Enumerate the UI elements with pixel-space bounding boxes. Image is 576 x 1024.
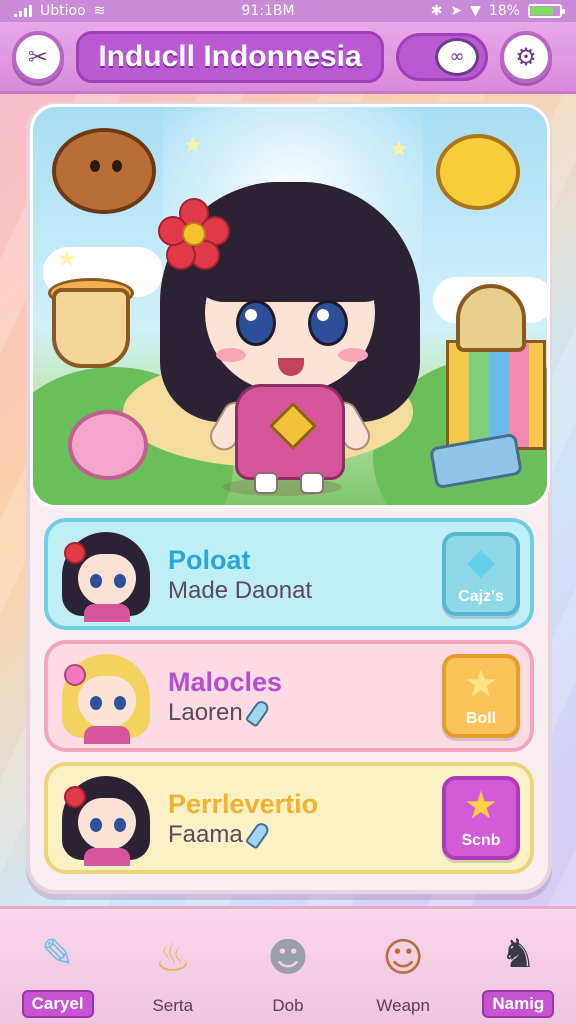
wifi-right-icon: ▼ — [470, 3, 481, 19]
avatar-body — [84, 848, 130, 866]
battery-percent: 18% — [488, 3, 520, 19]
chat-button[interactable]: ∞ — [396, 32, 488, 81]
character-name: Poloat — [168, 545, 251, 575]
avatar-face — [78, 554, 136, 606]
cat-icon: ♞ — [500, 931, 537, 977]
avatar-eye — [114, 818, 126, 832]
cupcake-icon: ♨ — [154, 935, 191, 981]
avatar — [58, 648, 154, 744]
character-row[interactable]: Malocles Laoren ★ Boll — [44, 640, 534, 752]
popsicle-icon — [244, 698, 271, 728]
hair-flower-icon — [64, 664, 86, 686]
character-subtitle-text: Faama — [168, 821, 243, 848]
blush — [338, 348, 368, 362]
status-bar: Ubtioo ≋ 91:1BM ✱ ➤ ▼ 18% — [0, 0, 576, 22]
character-action-button[interactable]: ★ Scnb — [442, 776, 520, 860]
row-text: Poloat Made Daonat — [154, 543, 442, 605]
hair-flower-icon — [158, 198, 230, 270]
character-subtitle-text: Laoren — [168, 699, 243, 726]
row-text: Perrlevertio Faama — [154, 787, 442, 850]
ramen-cup-icon — [52, 288, 130, 368]
right-leg — [300, 472, 324, 494]
back-button[interactable]: ✂ — [12, 30, 64, 83]
avatar-eye — [90, 696, 102, 710]
character-name: Perrlevertio — [168, 789, 319, 819]
avatar-eye — [90, 574, 102, 588]
row-text: Malocles Laoren — [154, 665, 442, 728]
character-subtitle: Laoren — [168, 698, 442, 728]
nav-label: Weapn — [376, 996, 430, 1015]
nav-label: Serta — [152, 996, 194, 1015]
star-icon: ★ — [57, 247, 77, 272]
ice-cream-icon: ◆ — [467, 543, 495, 581]
hair-flower-icon — [64, 786, 86, 808]
left-eye — [236, 300, 276, 346]
character-subtitle-text: Made Daonat — [168, 577, 313, 604]
avatar-face — [78, 798, 136, 850]
chibi-character[interactable] — [150, 152, 430, 494]
star-icon: ★ — [465, 787, 497, 825]
character-subtitle: Faama — [168, 820, 442, 850]
back-arrow-icon: ✂ — [27, 42, 49, 71]
page-title-text: Inducll Indonnesia — [98, 39, 362, 73]
nav-item-serta[interactable]: ♨ Serta — [123, 926, 223, 1018]
character-subtitle: Made Daonat — [168, 577, 442, 605]
character-name: Malocles — [168, 667, 283, 697]
nav-label: Namig — [482, 990, 555, 1018]
nav-item-caryel[interactable]: ✎ Caryel — [8, 922, 108, 1018]
rainbow-stand — [446, 340, 546, 450]
settings-button[interactable]: ⚙ — [500, 30, 552, 83]
nav-label: Caryel — [21, 990, 94, 1018]
star-icon: ★ — [465, 665, 497, 703]
avatar-eye — [90, 818, 102, 832]
blush — [216, 348, 246, 362]
chat-bubble-icon: ∞ — [435, 37, 479, 76]
avatar — [58, 526, 154, 622]
ghost-icon: ☻ — [267, 935, 309, 981]
nav-item-weapn[interactable]: ☺ Weapn — [353, 926, 453, 1018]
monkey-icon: ☺ — [382, 935, 424, 981]
cookie-icon — [52, 128, 156, 214]
page-title: Inducll Indonnesia — [76, 30, 384, 83]
hair-flower-icon — [64, 542, 86, 564]
action-button-label: Boll — [465, 710, 497, 727]
character-action-button[interactable]: ◆ Cajz's — [442, 532, 520, 616]
pink-blob-icon — [68, 410, 148, 480]
badge-icon — [268, 401, 318, 451]
character-action-button[interactable]: ★ Boll — [442, 654, 520, 738]
header-bar: ✂ Inducll Indonnesia ∞ ⚙ — [0, 22, 576, 94]
avatar-eye — [114, 696, 126, 710]
avatar-face — [78, 676, 136, 728]
signal-icon — [14, 5, 32, 17]
bottom-nav: ✎ Caryel ♨ Serta ☻ Dob ☺ Weapn ♞ Namig — [0, 906, 576, 1024]
avatar-body — [84, 604, 130, 622]
action-button-label: Scnb — [461, 832, 501, 849]
status-right: ✱ ➤ ▼ 18% — [430, 3, 565, 19]
duck-icon — [436, 134, 520, 210]
wifi-icon: ≋ — [93, 3, 106, 19]
status-time: 91:1BM — [241, 3, 295, 19]
avatar-eye — [114, 574, 126, 588]
action-button-label: Cajz's — [458, 588, 504, 605]
nav-item-namig[interactable]: ♞ Namig — [468, 922, 568, 1018]
right-eye — [308, 300, 348, 346]
left-leg — [254, 472, 278, 494]
carrier-name: Ubtioo — [40, 3, 86, 19]
dress — [235, 384, 345, 480]
character-row[interactable]: Perrlevertio Faama ★ Scnb — [44, 762, 534, 874]
battery-icon — [527, 4, 565, 18]
status-left: Ubtioo ≋ — [14, 3, 105, 19]
avatar — [58, 770, 154, 866]
avatar-body — [84, 726, 130, 744]
character-row[interactable]: Poloat Made Daonat ◆ Cajz's — [44, 518, 534, 630]
location-icon: ➤ — [450, 3, 463, 19]
cupcake-icon — [456, 284, 526, 352]
nav-label: Dob — [272, 996, 304, 1015]
bluetooth-icon: ✱ — [430, 3, 443, 19]
gear-icon: ⚙ — [515, 42, 537, 71]
popsicle-icon — [244, 820, 271, 850]
pencil-icon: ✎ — [40, 931, 75, 977]
nav-item-dob[interactable]: ☻ Dob — [238, 926, 338, 1018]
